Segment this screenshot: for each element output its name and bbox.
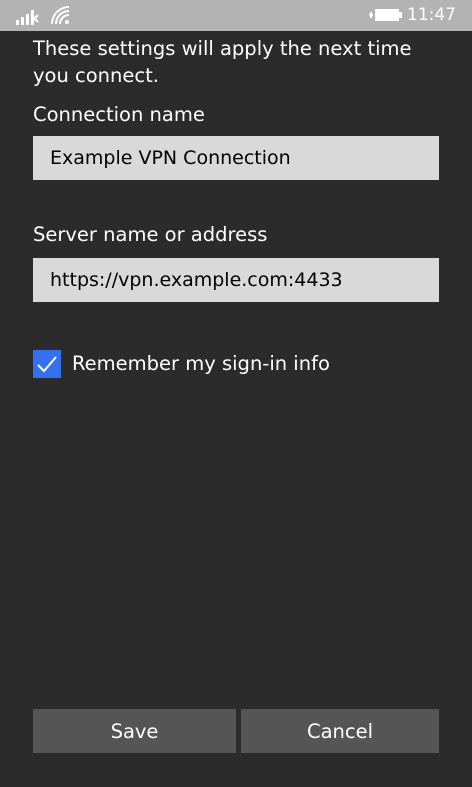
intro-text: These settings will apply the next time … bbox=[33, 37, 412, 87]
server-label: Server name or address bbox=[33, 223, 268, 246]
cancel-button[interactable]: Cancel bbox=[241, 709, 439, 753]
server-address-input[interactable] bbox=[33, 258, 439, 302]
status-bar: 11:47 bbox=[0, 0, 472, 31]
connection-name-input[interactable] bbox=[33, 136, 439, 180]
remember-sign-in-row[interactable]: Remember my sign-in info bbox=[33, 349, 330, 378]
status-time: 11:47 bbox=[407, 5, 456, 25]
connection-name-label: Connection name bbox=[33, 103, 205, 126]
remember-sign-in-label: Remember my sign-in info bbox=[72, 351, 330, 375]
wifi-icon bbox=[51, 6, 70, 25]
battery-charging-icon bbox=[369, 9, 402, 21]
cellular-signal-icon bbox=[16, 10, 39, 25]
save-button[interactable]: Save bbox=[33, 709, 236, 753]
remember-sign-in-checkbox[interactable] bbox=[33, 349, 61, 378]
checkmark-icon bbox=[37, 355, 57, 372]
button-bar: Save Cancel bbox=[33, 709, 439, 753]
